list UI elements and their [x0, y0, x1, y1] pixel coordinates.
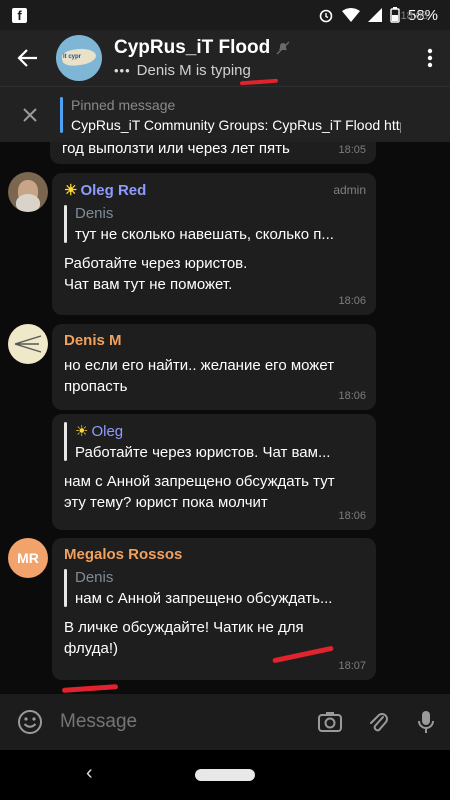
message-text: нам с Анной запрещено обсуждать тут — [64, 473, 335, 490]
avatar-megalos-rossos[interactable]: MR — [8, 538, 48, 578]
wifi-icon — [341, 8, 360, 22]
chat-avatar[interactable]: it cypr — [56, 35, 102, 81]
facebook-notification-icon: f — [12, 7, 27, 23]
sender-name: Oleg Red — [80, 181, 147, 199]
message-text: но если его найти.. желание его может — [64, 357, 335, 374]
camera-button[interactable] — [306, 710, 354, 734]
message-text: Работайте через юристов. — [64, 255, 248, 272]
message-time: 18:06 — [338, 390, 366, 402]
chat-area[interactable]: год выползти или через лет пять 18:05 ☀ O… — [0, 142, 450, 694]
alarm-icon — [319, 9, 333, 23]
sender-name: Denis M — [64, 332, 122, 349]
smiley-icon — [18, 710, 42, 734]
message-text: год выползти или через лет пять — [62, 142, 290, 157]
more-vertical-icon — [427, 48, 433, 68]
reply-quote[interactable]: ☀ Oleg Работайте через юристов. Чат вам..… — [64, 422, 364, 461]
sun-emoji-icon: ☀ — [74, 423, 89, 440]
typing-dots-icon: ••• — [114, 63, 131, 78]
pinned-accent-bar — [60, 96, 63, 133]
message-bubble[interactable]: Denis M но если его найти.. желание его … — [52, 324, 376, 410]
reply-text: нам с Анной запрещено обсуждать... — [74, 590, 333, 607]
reply-quote[interactable]: Denis тут не сколько навешать, сколько п… — [64, 205, 364, 243]
arrow-left-icon — [17, 49, 37, 67]
reply-sender: Denis — [74, 205, 114, 222]
voice-message-button[interactable] — [402, 709, 450, 735]
typing-status: Denis M is typing — [136, 62, 251, 79]
signal-icon — [367, 8, 382, 22]
avatar-denis-m[interactable] — [8, 324, 48, 364]
sun-emoji-icon: ☀ — [64, 182, 78, 199]
message-text: Чат вам тут не поможет. — [64, 276, 233, 293]
close-icon — [23, 107, 37, 122]
reply-text: Работайте через юристов. Чат вам... — [74, 444, 331, 461]
message-bubble[interactable]: ☀ Oleg Работайте через юристов. Чат вам..… — [52, 414, 376, 530]
admin-badge: admin — [333, 183, 366, 197]
message-time: 18:05 — [338, 144, 366, 156]
paperclip-icon — [370, 713, 388, 732]
attach-button[interactable] — [354, 709, 402, 735]
message-time: 18:07 — [338, 660, 366, 672]
message-composer — [0, 694, 450, 750]
message-time: 18:06 — [338, 295, 366, 307]
status-bar: 18:08 f 58% — [0, 0, 450, 30]
chat-title: CypRus_iT Flood — [114, 37, 271, 58]
chat-info[interactable]: CypRus_iT Flood ••• Denis M is typing — [114, 37, 410, 79]
reply-sender: Oleg — [91, 423, 124, 440]
more-options-button[interactable] — [410, 30, 450, 86]
arrow-logo-icon — [14, 335, 42, 353]
message-input[interactable] — [60, 711, 306, 733]
camera-icon — [318, 712, 342, 732]
avatar-initials: MR — [17, 550, 39, 566]
microphone-icon — [418, 711, 434, 733]
avatar-oleg-red[interactable] — [8, 172, 48, 212]
reply-sender: Denis — [74, 569, 114, 586]
avatar-tag: it cypr — [63, 54, 82, 60]
message-text: В личке обсуждайте! Чатик не для — [64, 619, 304, 636]
close-pinned-button[interactable] — [0, 107, 60, 123]
home-pill[interactable] — [195, 769, 255, 781]
nav-back-icon[interactable]: ‹ — [86, 762, 93, 785]
message-bubble[interactable]: ☀ Oleg Red admin Denis тут не сколько нав… — [52, 173, 376, 315]
back-button[interactable] — [0, 30, 56, 86]
sender-name: Megalos Rossos — [64, 546, 183, 563]
pinned-text: CypRus_iT Community Groups: CypRus_iT Fl… — [71, 116, 401, 133]
status-time: 18:08 — [400, 10, 428, 22]
message-time: 18:06 — [338, 510, 366, 522]
pinned-message-bar[interactable]: Pinned message CypRus_iT Community Group… — [0, 86, 450, 142]
pinned-title: Pinned message — [71, 96, 176, 113]
battery-icon — [390, 7, 400, 23]
red-annotation-underline — [61, 684, 119, 693]
reply-text: тут не сколько навешать, сколько п... — [74, 226, 334, 243]
chat-header: it cypr CypRus_iT Flood ••• Denis M is t… — [0, 30, 450, 86]
message-text: пропасть — [64, 378, 128, 395]
system-navigation-bar: ‹ — [0, 750, 450, 800]
message-bubble[interactable]: год выползти или через лет пять 18:05 — [50, 142, 376, 164]
message-text: эту тему? юрист пока молчит — [64, 494, 268, 511]
message-bubble[interactable]: Megalos Rossos Denis нам с Анной запреще… — [52, 538, 376, 680]
reply-quote[interactable]: Denis нам с Анной запрещено обсуждать... — [64, 569, 364, 607]
muted-icon — [276, 41, 290, 55]
emoji-button[interactable] — [0, 709, 60, 735]
